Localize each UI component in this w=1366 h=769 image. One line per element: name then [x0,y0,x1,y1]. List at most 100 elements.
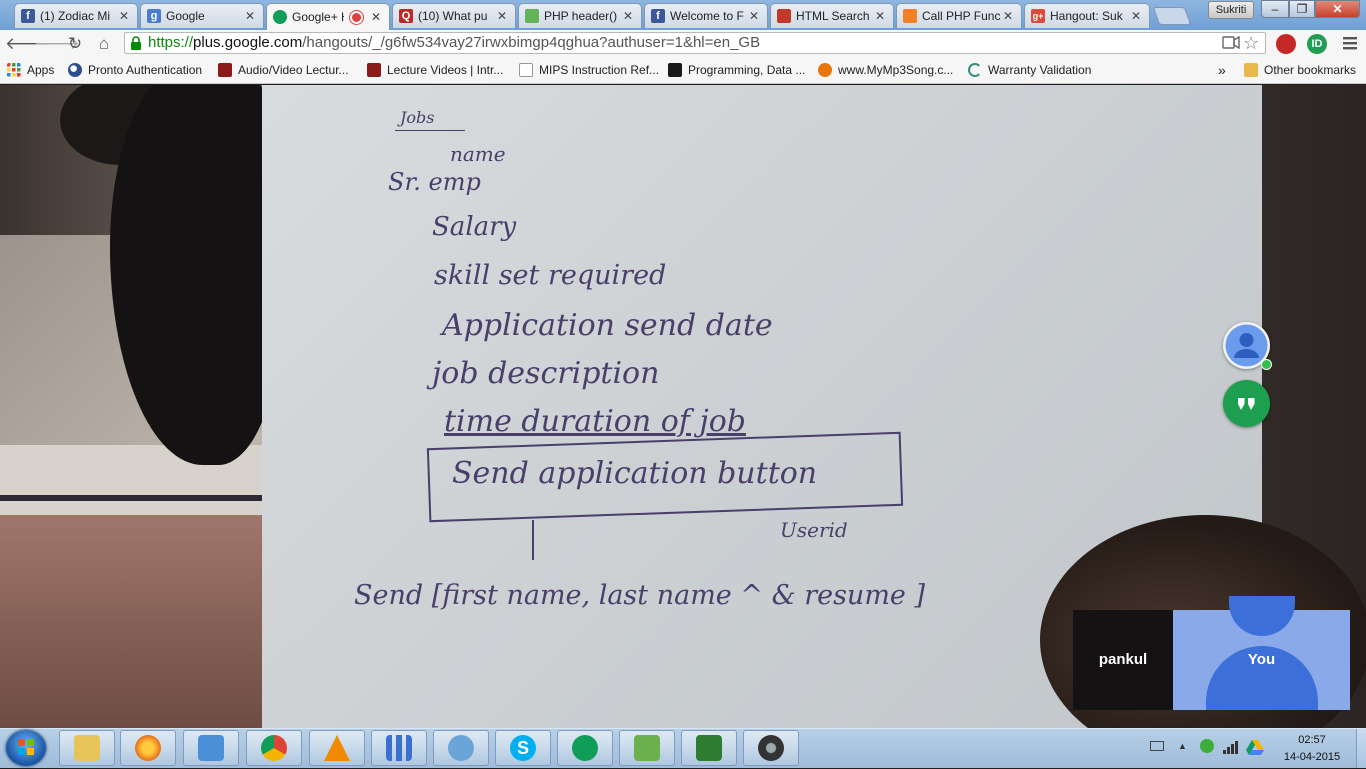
taskbar-skype[interactable]: S [495,730,551,766]
participant-name: You [1247,651,1276,668]
hangouts-icon [572,735,598,761]
taskbar-chrome[interactable] [246,730,302,766]
new-tab-button[interactable] [1152,7,1192,25]
bookmark-apps[interactable]: Apps [7,62,54,78]
bookmark-lecture-videos[interactable]: Lecture Videos | Intr... [367,62,503,78]
tab-call-php[interactable]: Call PHP Func ✕ [896,3,1022,28]
task-manager-icon [696,735,722,761]
taskbar-firefox[interactable] [120,730,176,766]
tab-hangouts[interactable]: Google+ H ✕ [266,3,390,30]
apps-grid-icon [7,63,21,77]
note-line: Salary [432,212,517,242]
tab-quora[interactable]: Q (10) What pu ✕ [392,3,516,28]
chat-button[interactable] [1223,380,1270,427]
close-tab-icon[interactable]: ✕ [369,10,383,24]
keyboard-icon[interactable] [1150,741,1164,751]
bookmark-label: Apps [27,63,55,77]
google-drive-icon[interactable] [1246,739,1264,755]
close-tab-icon[interactable]: ✕ [495,9,509,23]
participant-name: pankul [1098,651,1148,668]
reload-button[interactable]: ↻ [64,33,86,55]
bookmark-star-icon[interactable]: ☆ [1243,33,1259,54]
folder-icon [1244,63,1258,77]
taskbar-apps[interactable] [371,730,427,766]
notepad-icon [634,735,660,761]
taskbar-notepad[interactable] [619,730,675,766]
recording-indicator-icon [350,10,363,24]
url-text[interactable]: https://plus.google.com/hangouts/_/g6fw5… [148,34,760,51]
skype-icon: S [510,735,536,761]
clock-date[interactable]: 14-04-2015 [1278,751,1346,763]
forward-button[interactable]: 🡒 [34,33,80,55]
bookmark-audio-video[interactable]: Audio/Video Lectur... [218,62,349,78]
tab-php-header[interactable]: PHP header() ✕ [518,3,642,28]
tab-title: Google+ H [292,10,344,24]
tab-google[interactable]: g Google ✕ [140,3,264,28]
tab-zodiac[interactable]: f (1) Zodiac Mi ✕ [14,3,138,28]
other-bookmarks-label: Other bookmarks [1264,63,1357,77]
taskbar-task-manager[interactable] [681,730,737,766]
show-desktop-button[interactable] [1356,729,1366,768]
note-line: name [450,142,506,166]
chrome-icon [261,735,287,761]
mit-ocw-icon [367,63,381,77]
tab-welcome[interactable]: f Welcome to F ✕ [644,3,768,28]
maximize-button[interactable]: ❐ [1289,0,1315,18]
minimize-button[interactable]: ‒ [1261,0,1289,18]
tab-title: HTML Search [796,9,870,23]
signal-bars-icon[interactable] [1222,740,1240,754]
page-icon [519,63,533,77]
bookmark-warranty[interactable]: Warranty Validation [968,62,1091,78]
note-arrow [532,520,534,560]
music-icon [818,63,832,77]
bookmark-pronto[interactable]: Pronto Authentication [68,62,202,78]
close-tab-icon[interactable]: ✕ [1129,9,1143,23]
home-button[interactable]: ⌂ [93,33,115,55]
start-button[interactable] [6,730,46,766]
tab-title: Call PHP Func [922,9,1001,23]
taskbar-camera[interactable] [743,730,799,766]
handwritten-note: Jobs name Sr. emp Salary skill set requi… [340,100,1040,660]
bookmark-mymp3song[interactable]: www.MyMp3Song.c... [818,62,953,78]
extension-adblock-icon[interactable] [1276,34,1296,54]
close-tab-icon[interactable]: ✕ [243,9,257,23]
show-hidden-icons-icon[interactable]: ▲ [1178,741,1187,751]
back-button[interactable]: 🡐 [5,33,51,55]
note-heading: Jobs [400,108,435,127]
bookmark-label: Programming, Data ... [688,63,806,77]
online-status-icon [1261,359,1272,370]
extension-id-icon[interactable]: ID [1307,34,1327,54]
bookmark-programming[interactable]: Programming, Data ... [668,62,805,78]
close-tab-icon[interactable]: ✕ [117,9,131,23]
tab-html-search[interactable]: HTML Search ✕ [770,3,894,28]
other-bookmarks-folder[interactable]: Other bookmarks [1244,62,1356,78]
taskbar-vlc[interactable] [309,730,365,766]
close-tab-icon[interactable]: ✕ [621,9,635,23]
camera-icon [758,735,784,761]
bookmarks-overflow-button[interactable]: » [1218,62,1226,78]
stackoverflow-favicon-icon [903,9,917,23]
camera-in-use-icon[interactable] [1222,36,1240,49]
bookmark-label: www.MyMp3Song.c... [838,63,954,77]
tab-title: Welcome to F [670,9,744,23]
close-tab-icon[interactable]: ✕ [1001,9,1015,23]
network-status-icon[interactable] [1200,739,1214,753]
bookmark-label: Lecture Videos | Intr... [387,63,504,77]
close-tab-icon[interactable]: ✕ [873,9,887,23]
tab-title: (1) Zodiac Mi [40,9,111,23]
close-tab-icon[interactable]: ✕ [747,9,761,23]
clock-time[interactable]: 02:57 [1282,734,1342,746]
hangouts-favicon-icon [273,10,287,24]
note-line: Sr. emp [388,168,481,196]
bookmark-label: Audio/Video Lectur... [238,63,349,77]
taskbar-explorer[interactable] [59,730,115,766]
taskbar-hangouts[interactable] [557,730,613,766]
tab-title: Google [166,9,205,23]
taskbar-media[interactable] [183,730,239,766]
taskbar-paint[interactable] [433,730,489,766]
tab-hangout-suk[interactable]: g+ Hangout: Suk ✕ [1024,3,1150,28]
profile-button[interactable]: Sukriti [1208,1,1254,19]
chrome-menu-icon[interactable] [1342,34,1358,52]
close-window-button[interactable]: ✕ [1315,0,1360,18]
bookmark-mips[interactable]: MIPS Instruction Ref... [519,62,659,78]
